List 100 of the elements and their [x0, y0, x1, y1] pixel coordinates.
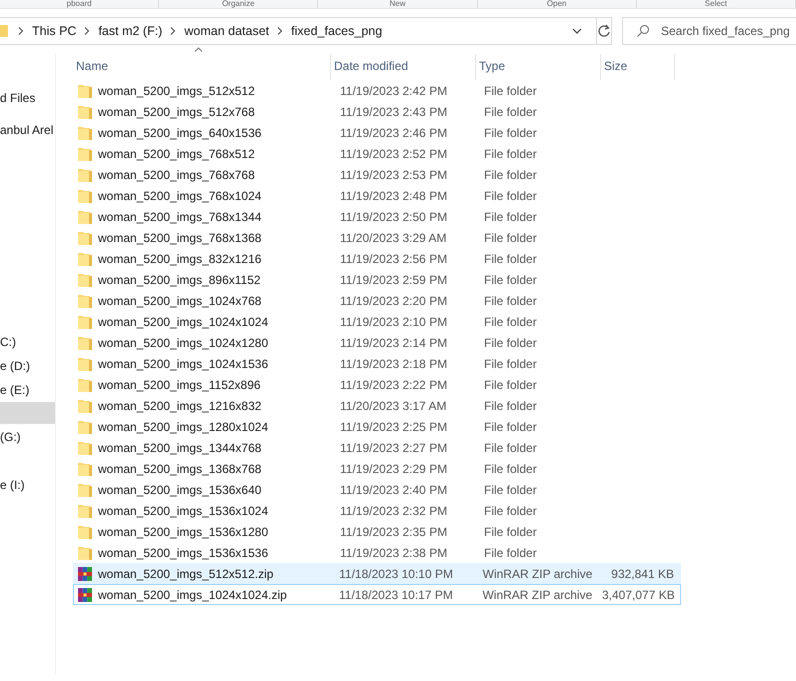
file-name: woman_5200_imgs_1536x1536	[98, 546, 268, 560]
sidebar-item[interactable]: (G:)	[0, 426, 55, 448]
file-name: woman_5200_imgs_640x1536	[98, 126, 262, 140]
type-cell-text: File folder	[484, 482, 538, 496]
sidebar-item[interactable]: C:)	[0, 331, 55, 353]
file-row[interactable]: woman_5200_imgs_512x768 11/19/2023 2:43 PM File folder	[73, 101, 681, 122]
sidebar-item[interactable]: anbul Arel	[0, 119, 55, 141]
file-row[interactable]: woman_5200_imgs_768x1024 11/19/2023 2:48 PM File folder	[73, 185, 681, 206]
file-row[interactable]: woman_5200_imgs_1536x1536 11/19/2023 2:38 PM File folder	[73, 542, 681, 563]
file-name: woman_5200_imgs_512x768	[98, 104, 255, 118]
type-cell-text: File folder	[484, 104, 538, 118]
type-cell-text: File folder	[484, 524, 538, 538]
date-cell-text: 11/19/2023 2:14 PM	[340, 336, 448, 350]
file-row[interactable]: woman_5200_imgs_832x1216 11/19/2023 2:56 PM File folder	[73, 248, 681, 269]
file-row[interactable]: woman_5200_imgs_768x1368 11/20/2023 3:29 AM File folder	[73, 227, 681, 248]
sidebar-item[interactable]: e (I:)	[0, 474, 55, 496]
breadcrumb[interactable]: fixed_faces_png	[291, 24, 382, 38]
address-bar[interactable]: This PC fast m2 (F:) woman dataset fixed_faces_png	[0, 16, 597, 44]
size-cell-text: 932,841 KB	[610, 566, 674, 580]
file-row[interactable]: woman_5200_imgs_768x1344 11/19/2023 2:50 PM File folder	[73, 206, 681, 227]
type-cell-text: File folder	[484, 126, 538, 140]
date-cell-text: 11/19/2023 2:56 PM	[340, 252, 448, 266]
type-cell-text: File folder	[484, 272, 538, 286]
file-row[interactable]: woman_5200_imgs_768x512 11/19/2023 2:52 PM File folder	[73, 143, 681, 164]
breadcrumb[interactable]: fast m2 (F:)	[98, 24, 162, 38]
type-cell-text: File folder	[484, 294, 538, 308]
folder-icon	[77, 250, 93, 266]
file-row[interactable]: woman_5200_imgs_1344x768 11/19/2023 2:27 PM File folder	[73, 437, 681, 458]
column-header[interactable]: Type	[476, 54, 601, 80]
refresh-button[interactable]	[596, 16, 612, 44]
file-row[interactable]: woman_5200_imgs_1024x768 11/19/2023 2:20 PM File folder	[73, 290, 681, 311]
type-cell-text: WinRAR ZIP archive	[482, 588, 594, 602]
date-cell-text: 11/19/2023 2:20 PM	[340, 294, 448, 308]
file-name: woman_5200_imgs_1344x768	[98, 440, 262, 454]
ribbon-group-label: Organize	[159, 0, 318, 8]
date-cell-text: 11/19/2023 2:43 PM	[340, 104, 448, 118]
file-row[interactable]: woman_5200_imgs_1024x1024.zip 11/18/2023 10:17 PM WinRAR ZIP archive 3,407,077 KB	[73, 584, 681, 605]
date-cell-text: 11/19/2023 2:25 PM	[340, 420, 448, 434]
folder-icon	[77, 124, 93, 140]
date-cell-text: 11/19/2023 2:32 PM	[340, 504, 448, 518]
file-name: woman_5200_imgs_768x1344	[98, 210, 262, 224]
folder-icon	[77, 356, 93, 372]
ribbon-group-label: pboard	[0, 0, 160, 8]
file-row[interactable]: woman_5200_imgs_1280x1024 11/19/2023 2:25 PM File folder	[73, 416, 681, 437]
ribbon-group-label: New	[318, 0, 478, 8]
type-cell-text: File folder	[484, 84, 538, 98]
folder-icon	[77, 524, 93, 540]
type-cell-text: File folder	[484, 188, 538, 202]
file-name: woman_5200_imgs_1024x1280	[98, 336, 268, 350]
date-cell-text: 11/20/2023 3:29 AM	[340, 230, 448, 244]
dropdown-caret-icon[interactable]	[572, 28, 582, 34]
column-header[interactable]: Date modified	[331, 54, 476, 80]
file-name: woman_5200_imgs_1216x832	[98, 398, 262, 412]
file-row[interactable]: woman_5200_imgs_640x1536 11/19/2023 2:46 PM File folder	[73, 122, 681, 143]
sidebar-item[interactable]: d Files	[0, 87, 55, 109]
breadcrumb[interactable]: This PC	[32, 24, 76, 38]
chevron-right-icon	[18, 26, 24, 34]
file-row[interactable]: woman_5200_imgs_1024x1024 11/19/2023 2:10 PM File folder	[73, 311, 681, 332]
file-row[interactable]: woman_5200_imgs_512x512 11/19/2023 2:42 PM File folder	[73, 80, 681, 101]
file-row[interactable]: woman_5200_imgs_1536x640 11/19/2023 2:40 PM File folder	[73, 479, 681, 500]
sidebar-item[interactable]: e (D:)	[0, 355, 55, 377]
chevron-right-icon	[277, 26, 284, 34]
file-row[interactable]: woman_5200_imgs_1024x1536 11/19/2023 2:18 PM File folder	[73, 353, 681, 374]
file-row[interactable]: woman_5200_imgs_512x512.zip 11/18/2023 10:10 PM WinRAR ZIP archive 932,841 KB	[73, 563, 681, 584]
folder-icon	[77, 314, 93, 330]
folder-icon	[77, 398, 93, 414]
file-row[interactable]: woman_5200_imgs_1536x1280 11/19/2023 2:35 PM File folder	[73, 521, 681, 542]
file-row[interactable]: woman_5200_imgs_1368x768 11/19/2023 2:29 PM File folder	[73, 458, 681, 479]
file-name: woman_5200_imgs_768x768	[98, 168, 255, 182]
file-name: woman_5200_imgs_768x512	[98, 146, 255, 160]
folder-icon	[77, 292, 93, 308]
date-cell-text: 11/19/2023 2:35 PM	[340, 524, 448, 538]
file-row[interactable]: woman_5200_imgs_1152x896 11/19/2023 2:22 PM File folder	[73, 374, 681, 395]
type-cell-text: File folder	[484, 230, 538, 244]
search-field[interactable]: Search fixed_faces_png	[622, 16, 796, 44]
ribbon-group-label: Open	[478, 0, 637, 8]
refresh-icon	[597, 24, 611, 38]
folder-icon	[77, 482, 93, 498]
breadcrumb[interactable]: woman dataset	[184, 24, 270, 38]
file-name: woman_5200_imgs_1152x896	[98, 378, 261, 392]
size-cell: 3,407,077 KB	[602, 588, 674, 602]
file-row[interactable]: woman_5200_imgs_896x1152 11/19/2023 2:59 PM File folder	[73, 269, 681, 290]
column-header[interactable]: Size	[601, 54, 675, 80]
folder-icon	[77, 166, 93, 182]
type-cell-text: File folder	[484, 252, 538, 266]
file-name: woman_5200_imgs_1536x640	[98, 482, 262, 496]
type-cell-text: File folder	[484, 462, 538, 476]
file-name: woman_5200_imgs_832x1216	[98, 252, 262, 266]
file-row[interactable]: woman_5200_imgs_768x768 11/19/2023 2:53 PM File folder	[73, 164, 681, 185]
folder-icon	[77, 440, 93, 456]
file-name: woman_5200_imgs_512x512.zip	[98, 566, 274, 580]
column-header[interactable]: Name	[73, 54, 331, 80]
file-row[interactable]: woman_5200_imgs_1216x832 11/20/2023 3:17 AM File folder	[73, 395, 681, 416]
date-cell-text: 11/18/2023 10:10 PM	[339, 566, 454, 580]
sidebar-item[interactable]: e (E:)	[0, 379, 55, 401]
file-row[interactable]: woman_5200_imgs_1024x1280 11/19/2023 2:14 PM File folder	[73, 332, 681, 353]
file-row[interactable]: woman_5200_imgs_1536x1024 11/19/2023 2:32 PM File folder	[73, 500, 681, 521]
archive-icon	[77, 566, 93, 582]
date-cell-text: 11/18/2023 10:17 PM	[339, 588, 454, 602]
folder-icon	[77, 82, 93, 98]
